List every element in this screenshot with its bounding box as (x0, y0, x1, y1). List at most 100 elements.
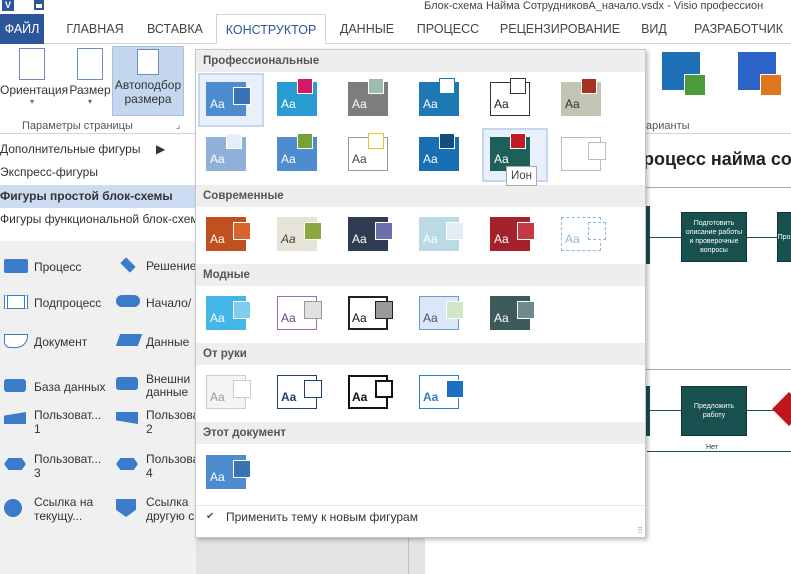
theme-front (304, 380, 322, 398)
group-label-page-setup: Параметры страницы (22, 120, 133, 132)
tab-design[interactable]: КОНСТРУКТОР (216, 14, 326, 45)
dialog-launcher-icon[interactable]: ⌟ (176, 120, 180, 131)
shape-label: База данных (34, 380, 106, 394)
section-trendy: Модные (196, 264, 645, 286)
shape-data[interactable]: Данные (115, 334, 196, 354)
tab-review[interactable]: РЕЦЕНЗИРОВАНИЕ (496, 14, 624, 44)
theme-handdrawn-3[interactable]: Aa (342, 368, 404, 418)
theme-aa: Aa (423, 152, 438, 166)
shape-custom-4[interactable]: Пользоват... 4 (116, 452, 213, 482)
decision-diamond[interactable] (772, 392, 791, 426)
flowchart-box-prepare[interactable]: Подготовить описание работы и проверочны… (681, 212, 747, 262)
tab-insert[interactable]: ВСТАВКА (141, 14, 209, 44)
theme-clarity[interactable]: Aa (413, 130, 475, 180)
chevron-right-icon: ▶ (156, 142, 166, 156)
more-shapes-menu[interactable]: Дополнительные фигуры ▶ (0, 138, 196, 161)
theme-integral[interactable]: Aa (484, 75, 546, 125)
theme-trendy-5[interactable]: Aa (484, 289, 546, 339)
shape-off-page-reference[interactable]: Ссылка другую с (116, 495, 196, 525)
theme-modern-4[interactable]: Aa (413, 210, 475, 260)
tab-data[interactable]: ДАННЫЕ (334, 14, 400, 44)
connector-line[interactable] (647, 410, 681, 411)
theme-retrospect[interactable]: Aa (271, 130, 333, 180)
shape-start-end[interactable]: Начало/ (116, 295, 196, 315)
theme-trendy-3[interactable]: Aa (342, 289, 404, 339)
shape-decision[interactable]: Решение (116, 257, 196, 277)
theme-handdrawn-4[interactable]: Aa (413, 368, 475, 418)
theme-current-document[interactable]: Aa (200, 448, 262, 498)
theme-whisp[interactable]: Aa (342, 75, 404, 125)
no-label: Нет (704, 444, 720, 451)
theme-modern-2[interactable]: Aa (271, 210, 333, 260)
theme-aa: Aa (423, 97, 438, 111)
tab-developer[interactable]: РАЗРАБОТЧИК (686, 14, 791, 44)
theme-modern-3[interactable]: Aa (342, 210, 404, 260)
flowchart-box-offer[interactable]: Предложить работу (681, 386, 747, 436)
tab-process[interactable]: ПРОЦЕСС (412, 14, 484, 44)
shape-label: Ссылка на текущу... (34, 495, 94, 523)
theme-none[interactable] (555, 130, 617, 180)
flowchart-box-edge[interactable] (646, 386, 650, 436)
shape-custom-1[interactable]: Пользоват... 1 (4, 408, 112, 438)
connector-line[interactable] (747, 237, 777, 238)
theme-mid (297, 78, 313, 94)
shape-label: Подпроцесс (34, 296, 102, 310)
page-title[interactable]: роцесс найма со (643, 149, 791, 170)
size-button[interactable]: Размер ▾ (68, 48, 112, 107)
flowchart-box-edge[interactable] (646, 206, 650, 264)
section-this-document: Этот документ (196, 422, 645, 444)
theme-front (233, 301, 251, 319)
shape-custom-3[interactable]: Пользоват... 3 (4, 452, 112, 482)
shape-process[interactable]: Процесс (4, 259, 100, 279)
shape-database[interactable]: База данных (4, 379, 112, 399)
theme-linear[interactable]: Aa (271, 75, 333, 125)
shape-subprocess[interactable]: Подпроцесс (4, 295, 104, 315)
autofit-button[interactable]: Автоподбор размера (112, 46, 184, 116)
shape-external-data[interactable]: Внешни данные (116, 371, 196, 401)
theme-office[interactable]: Aa (198, 73, 264, 127)
database-shape-icon (4, 379, 26, 392)
theme-aa: Aa (281, 152, 296, 166)
flowchart-box-next[interactable]: Про... (777, 212, 791, 262)
custom-4-shape-icon (116, 458, 138, 470)
theme-trendy-2[interactable]: Aa (271, 289, 333, 339)
resize-grip-icon[interactable]: ⠿ (637, 526, 643, 535)
theme-modern-5[interactable]: Aa (484, 210, 546, 260)
size-label: Размер (69, 83, 111, 97)
tab-home[interactable]: ГЛАВНАЯ (57, 14, 133, 44)
quick-shapes-item[interactable]: Экспресс-фигуры (0, 161, 196, 184)
apply-theme-to-new-shapes[interactable]: ✔ Применить тему к новым фигурам (196, 505, 645, 527)
theme-modern-6[interactable]: Aa (555, 210, 617, 260)
connector-line[interactable] (647, 237, 681, 238)
theme-modern-1[interactable]: Aa (200, 210, 262, 260)
shape-on-page-reference[interactable]: Ссылка на текущу... (4, 495, 112, 525)
theme-sequence[interactable]: Aa (555, 75, 617, 125)
tab-view[interactable]: ВИД (634, 14, 674, 44)
theme-handdrawn-1[interactable]: Aa (200, 368, 262, 418)
terminator-shape-icon (116, 295, 140, 307)
theme-trendy-4[interactable]: Aa (413, 289, 475, 339)
shape-label: Данные (146, 335, 190, 349)
orientation-icon (19, 48, 45, 80)
shape-document[interactable]: Документ (4, 334, 104, 354)
variant-thumb-2[interactable] (738, 52, 782, 96)
chevron-down-icon: ▾ (87, 97, 92, 106)
theme-mid (439, 78, 455, 94)
basic-flowchart-stencil[interactable]: Фигуры простой блок-схемы (0, 185, 196, 208)
theme-handdrawn-2[interactable]: Aa (271, 368, 333, 418)
theme-aa: Aa (494, 97, 509, 111)
theme-facet[interactable]: Aa (413, 75, 475, 125)
theme-slice[interactable]: Aa (200, 130, 262, 180)
save-icon[interactable] (34, 0, 44, 10)
theme-front (588, 142, 606, 160)
orientation-button[interactable]: Ориентация ▾ (0, 48, 68, 107)
tab-file[interactable]: ФАЙЛ (0, 14, 44, 44)
variant-thumb-1[interactable] (662, 52, 706, 96)
theme-basic[interactable]: Aa (342, 130, 404, 180)
theme-aa: Aa (494, 232, 509, 246)
visio-app-icon[interactable]: V (2, 0, 14, 11)
cross-functional-stencil[interactable]: Фигуры функциональной блок-схем (0, 208, 196, 231)
shape-custom-2[interactable]: Пользоват... 2 (116, 408, 213, 438)
theme-trendy-1[interactable]: Aa (200, 289, 262, 339)
connector-line[interactable] (647, 451, 791, 452)
